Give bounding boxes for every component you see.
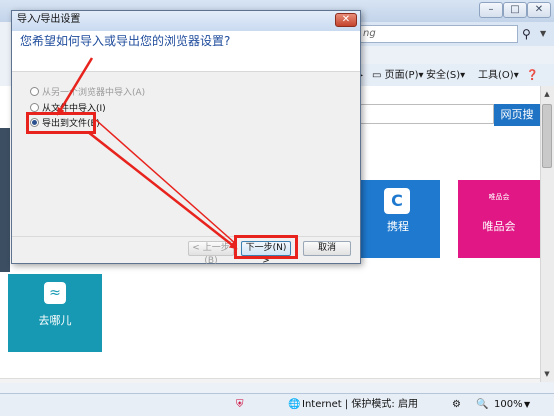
vip-logo-icon: 唯品会 bbox=[488, 193, 510, 201]
menu-tools-label: 工具(O) bbox=[478, 70, 514, 81]
browser-close-button[interactable]: ✕ bbox=[527, 2, 551, 18]
chevron-down-icon: ▾ bbox=[418, 70, 424, 81]
page-side-strip bbox=[0, 128, 10, 272]
back-button[interactable]: < 上一步(B) bbox=[188, 241, 234, 266]
web-search-button[interactable]: 网页搜 bbox=[494, 104, 540, 126]
zoom-icon[interactable]: 🔍 bbox=[476, 398, 488, 412]
camel-logo-icon: ≈ bbox=[44, 282, 66, 304]
radio-import-browser[interactable] bbox=[30, 87, 39, 96]
chevron-down-icon[interactable]: ▼ bbox=[540, 25, 552, 43]
close-icon[interactable]: ✕ bbox=[335, 13, 357, 27]
option-import-browser[interactable]: 从另一个浏览器中导入(A) bbox=[30, 86, 145, 102]
ctrip-logo-icon: C bbox=[384, 188, 410, 214]
scrollbar-thumb[interactable] bbox=[542, 104, 552, 168]
chevron-down-icon: ▾ bbox=[513, 70, 519, 81]
search-icon[interactable]: ⚲ bbox=[522, 25, 536, 43]
scroll-up-icon[interactable]: ▲ bbox=[541, 88, 553, 100]
page-menu-icon: ▭ bbox=[372, 70, 382, 81]
dialog-title: 导入/导出设置 bbox=[17, 14, 81, 25]
zone-status: Internet | 保护模式: 启用 bbox=[302, 399, 418, 410]
menu-page[interactable]: ▭ 页面(P)▾ bbox=[372, 68, 424, 84]
status-bar bbox=[0, 393, 554, 416]
tile-vip-label: 唯品会 bbox=[482, 220, 516, 233]
minimize-button[interactable]: – bbox=[479, 2, 503, 18]
menu-tools[interactable]: 工具(O)▾ bbox=[478, 68, 519, 84]
scroll-down-icon[interactable]: ▼ bbox=[541, 368, 553, 380]
cancel-button[interactable]: 取消 bbox=[303, 241, 351, 256]
help-icon[interactable]: ❓ bbox=[526, 68, 538, 84]
tile-qunar-label: 去哪儿 bbox=[38, 314, 72, 327]
chevron-down-icon[interactable]: ▼ bbox=[524, 398, 530, 412]
tile-vip[interactable]: 唯品会 唯品会 bbox=[458, 180, 540, 258]
option-import-browser-label: 从另一个浏览器中导入(A) bbox=[42, 88, 146, 98]
dialog-question: 您希望如何导入或导出您的浏览器设置? bbox=[20, 34, 231, 48]
chevron-down-icon: ▾ bbox=[460, 70, 466, 81]
page-bottom-strip bbox=[0, 378, 540, 383]
security-shield-icon: ⛨ bbox=[236, 399, 244, 410]
highlight-next-button bbox=[234, 235, 298, 259]
zoom-level[interactable]: 100% bbox=[494, 398, 523, 412]
tile-ctrip-label: 携程 bbox=[387, 220, 409, 233]
tile-ctrip[interactable]: C 携程 bbox=[356, 180, 440, 258]
menu-page-label: 页面(P) bbox=[384, 70, 419, 81]
maximize-button[interactable]: □ bbox=[503, 2, 527, 18]
highlight-export-option bbox=[26, 112, 96, 134]
web-search-input[interactable] bbox=[356, 104, 494, 124]
tile-qunar[interactable]: ≈ 去哪儿 bbox=[8, 274, 102, 352]
address-input[interactable]: ng bbox=[360, 25, 518, 43]
globe-icon: 🌐 bbox=[288, 399, 301, 410]
radio-import-file[interactable] bbox=[30, 103, 39, 112]
protected-mode-icon[interactable]: ⚙ bbox=[452, 398, 461, 412]
menu-safety-label: 安全(S) bbox=[426, 70, 461, 81]
menu-safety[interactable]: 安全(S)▾ bbox=[426, 68, 465, 84]
